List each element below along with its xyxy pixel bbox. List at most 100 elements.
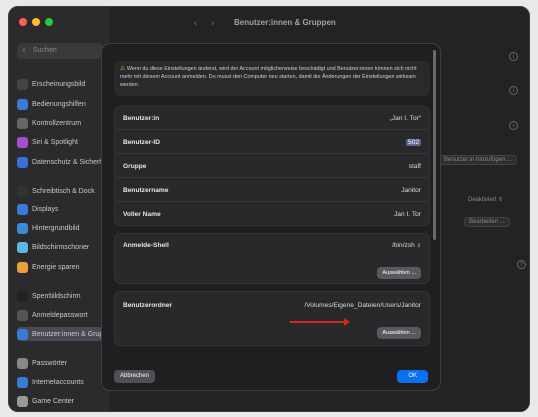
field-row: Benutzer:in „Jan I. Tor“ [115, 107, 429, 130]
field-value[interactable]: 502 [405, 138, 421, 146]
account-fields-group: Benutzer:in „Jan I. Tor“ Benutzer-ID 502 Gru… [114, 106, 430, 226]
scrollbar[interactable] [433, 50, 436, 240]
sidebar-item[interactable]: Kontrollzentrum [17, 116, 107, 130]
window-controls [19, 18, 53, 26]
sidebar-item-icon [17, 156, 28, 168]
field-label: Voller Name [123, 211, 161, 218]
sidebar-item-icon [17, 261, 28, 273]
shell-group: Anmelde-Shell /bin/zsh ⇕ Auswählen ... [114, 233, 430, 284]
field-value[interactable]: staff [409, 163, 421, 170]
sidebar-item[interactable]: Datenschutz & Sicherheit [17, 155, 111, 169]
home-folder-group: Benutzerordner /Volumes/Eigene_Dateien/U… [114, 291, 430, 346]
sidebar-item[interactable]: Passwörter [17, 356, 107, 370]
close-button[interactable] [19, 18, 27, 26]
sidebar-item[interactable]: Benutzer:innen & Gruppen [17, 327, 115, 341]
sidebar-item-icon [17, 136, 28, 148]
sidebar-item[interactable]: Bildschirmschoner [17, 240, 107, 254]
maximize-button[interactable] [45, 18, 53, 26]
search-placeholder: Suchen [33, 47, 57, 54]
sidebar-item-icon [17, 309, 28, 321]
sidebar-item[interactable]: Anmeldepasswort [17, 308, 107, 322]
search-icon: ⌕ [22, 47, 26, 54]
back-icon[interactable]: ‹ [194, 18, 197, 29]
info-icon[interactable]: i [509, 52, 518, 61]
sidebar-item-label: Energie sparen [32, 263, 80, 271]
info-icon[interactable]: i [509, 121, 518, 130]
sidebar-item-label: Sperrbildschirm [32, 292, 81, 300]
shell-value-text: /bin/zsh [392, 242, 415, 249]
sidebar-item-label: Anmeldepasswort [32, 311, 88, 319]
sidebar-item-icon [17, 290, 28, 302]
sidebar-item[interactable]: Internetaccounts [17, 375, 107, 389]
field-value[interactable]: Jan I. Tor [394, 211, 421, 218]
shell-value[interactable]: /bin/zsh ⇕ [392, 242, 421, 249]
warning-icon: ⚠ [120, 66, 126, 72]
sidebar-item-icon [17, 328, 28, 340]
sidebar-item[interactable]: Bedienungshilfen [17, 97, 107, 111]
search-input[interactable]: ⌕ Suchen [17, 43, 103, 59]
annotation-arrow [290, 318, 350, 326]
field-label: Benutzer-ID [123, 138, 160, 146]
sidebar-item-label: Bedienungshilfen [32, 100, 86, 108]
field-value[interactable]: Janitor [401, 187, 421, 194]
sidebar-item-icon [17, 376, 28, 388]
forward-icon[interactable]: › [211, 18, 214, 29]
home-folder-value: /Volumes/Eigene_Dateien/Users/Janitor [304, 302, 421, 309]
sidebar-item[interactable]: Displays [17, 202, 107, 216]
settings-window: ⌕ Suchen Erscheinungsbild Bedienungshilfe… [8, 6, 530, 412]
sidebar-item-label: Erscheinungsbild [32, 80, 86, 88]
help-icon[interactable]: ? [517, 260, 526, 269]
sidebar-item-icon [17, 241, 28, 253]
field-value[interactable]: „Jan I. Tor“ [390, 115, 421, 122]
field-label: Benutzer:in [123, 114, 160, 122]
window-title: Benutzer:innen & Gruppen [234, 18, 336, 27]
sidebar-item-label: Siri & Spotlight [32, 138, 78, 146]
sidebar-item-label: Bildschirmschoner [32, 243, 90, 251]
status-label: Deaktiviert [468, 197, 497, 203]
sidebar-item[interactable]: Erscheinungsbild [17, 77, 107, 91]
sidebar-item-icon [17, 222, 28, 234]
field-label: Benutzername [123, 186, 169, 194]
shell-label: Anmelde-Shell [123, 242, 169, 249]
sidebar-item-icon [17, 98, 28, 110]
sidebar: ⌕ Suchen Erscheinungsbild Bedienungshilfe… [9, 7, 115, 411]
sidebar-item-label: Game Center [32, 397, 75, 405]
cancel-button[interactable]: Abbrechen [114, 370, 156, 383]
sidebar-item-icon [17, 185, 28, 197]
sidebar-item-label: Displays [32, 205, 59, 213]
sidebar-item-icon [17, 117, 28, 129]
sidebar-item-icon [17, 357, 28, 369]
warning-text: Wenn du diese Einstellungen änderst, wir… [120, 66, 417, 88]
edit-button[interactable]: Bearbeiten ... [464, 217, 510, 227]
sidebar-item[interactable]: Sperrbildschirm [17, 289, 107, 303]
chevron-updown-icon: ⇕ [416, 243, 421, 249]
home-folder-label: Benutzerordner [123, 302, 173, 309]
sidebar-item[interactable]: Energie sparen [17, 260, 107, 274]
sidebar-item-label: Schreibtisch & Dock [32, 187, 95, 195]
field-row: Benutzername Janitor [115, 179, 429, 202]
sidebar-item[interactable]: Game Center [17, 394, 107, 408]
sidebar-item[interactable]: Schreibtisch & Dock [17, 184, 107, 198]
sidebar-item-label: Internetaccounts [32, 378, 84, 386]
toolbar: ‹ › Benutzer:innen & Gruppen [109, 7, 529, 41]
shell-row: Anmelde-Shell /bin/zsh ⇕ [115, 234, 429, 257]
minimize-button[interactable] [32, 18, 40, 26]
ok-button[interactable]: OK [397, 370, 428, 383]
sidebar-item-icon [17, 395, 28, 407]
sidebar-item-label: Kontrollzentrum [32, 119, 82, 127]
home-folder-row: Benutzerordner /Volumes/Eigene_Dateien/U… [115, 294, 429, 317]
sidebar-item-label: Datenschutz & Sicherheit [32, 158, 111, 166]
sidebar-item-icon [17, 78, 28, 90]
choose-shell-button[interactable]: Auswählen ... [377, 267, 421, 279]
add-user-button[interactable]: Benutzer:in hinzufügen ... [439, 155, 518, 165]
field-row: Gruppe staff [115, 155, 429, 178]
sidebar-item-icon [17, 203, 28, 215]
status-text: Deaktiviert ⇕ [468, 197, 504, 203]
sidebar-item[interactable]: Hintergrundbild [17, 221, 107, 235]
info-icon[interactable]: i [509, 86, 518, 95]
sidebar-item[interactable]: Siri & Spotlight [17, 135, 107, 149]
field-label: Gruppe [123, 162, 147, 170]
advanced-options-dialog: ⚠ Wenn du diese Einstellungen änderst, w… [101, 43, 441, 391]
choose-home-folder-button[interactable]: Auswählen ... [377, 327, 421, 339]
field-row: Voller Name Jan I. Tor [115, 203, 429, 226]
